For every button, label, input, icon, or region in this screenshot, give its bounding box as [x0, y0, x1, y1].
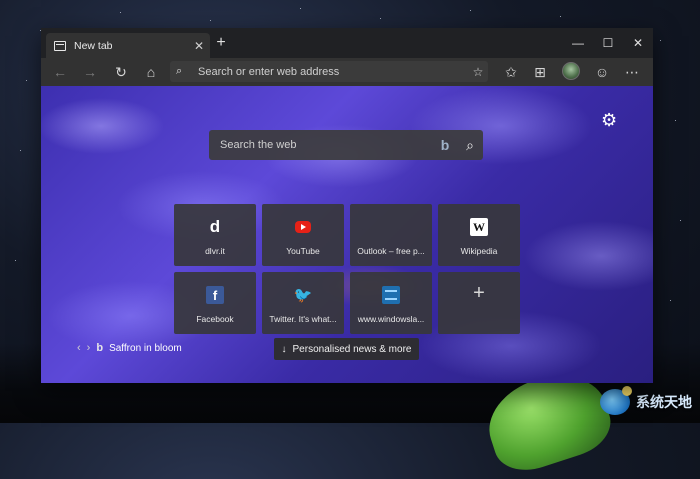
favorites-hub-icon[interactable]: ✩: [500, 61, 522, 83]
add-site-tile[interactable]: +: [438, 272, 520, 334]
emoji-feedback-icon[interactable]: ☺: [591, 61, 613, 83]
top-site-label: Wikipedia: [460, 246, 498, 256]
top-site-label: www.windowsla...: [357, 314, 425, 324]
previous-image-icon[interactable]: ‹: [77, 342, 81, 354]
search-icon: ⌕: [176, 65, 183, 77]
back-button[interactable]: ←: [49, 61, 71, 83]
bing-logo-icon: b: [96, 342, 104, 354]
top-site-tile[interactable]: www.windowsla...: [350, 272, 432, 334]
profile-avatar[interactable]: [562, 62, 580, 80]
top-site-tile[interactable]: Outlook – free p...: [350, 204, 432, 266]
dlvr-icon: d: [209, 217, 221, 236]
address-bar[interactable]: ⌕ ☆: [170, 61, 488, 82]
new-tab-button[interactable]: +: [212, 34, 230, 52]
personalised-news-button[interactable]: ↓ Personalised news & more: [274, 338, 419, 360]
maximize-button[interactable]: ☐: [593, 28, 623, 58]
tab-close-icon[interactable]: ✕: [190, 39, 208, 53]
image-caption-link[interactable]: Saffron in bloom: [109, 343, 182, 354]
tab-bar: New tab ✕ + — ☐ ✕: [41, 28, 653, 58]
top-site-label: Twitter. It's what...: [269, 314, 337, 324]
wikipedia-icon: W: [470, 218, 488, 236]
collections-icon[interactable]: ⊞: [529, 61, 551, 83]
news-button-label: Personalised news & more: [292, 343, 412, 355]
browser-window: New tab ✕ + — ☐ ✕ ← → ↻ ⌂ ⌕ ☆ ✩ ⊞ ☺ ⋯ ⚙ …: [41, 28, 653, 383]
new-tab-page-icon: [54, 40, 66, 51]
new-tab-page: ⚙ b ⌕ d dlvr.it YouTube Outlook – free p…: [41, 86, 653, 383]
facebook-icon: f: [206, 286, 224, 304]
settings-gear-icon[interactable]: ⚙: [601, 110, 617, 131]
more-menu-icon[interactable]: ⋯: [621, 61, 643, 83]
top-site-label: YouTube: [286, 246, 320, 256]
background-caption: ‹ › b Saffron in bloom: [77, 342, 182, 354]
windowsla-icon: [382, 286, 400, 304]
close-button[interactable]: ✕: [623, 28, 653, 58]
favorite-star-icon[interactable]: ☆: [468, 65, 488, 79]
refresh-button[interactable]: ↻: [110, 61, 132, 83]
tab-new-tab[interactable]: New tab ✕: [46, 33, 210, 58]
top-site-label: dlvr.it: [205, 246, 225, 256]
top-site-tile[interactable]: f Facebook: [174, 272, 256, 334]
watermark-text: 系统天地: [636, 394, 692, 410]
watermark-logo-icon: [600, 386, 632, 415]
bing-logo-icon: b: [440, 137, 450, 153]
twitter-icon: 🐦: [293, 287, 313, 304]
home-button[interactable]: ⌂: [140, 61, 162, 83]
toolbar: ← → ↻ ⌂ ⌕ ☆ ✩ ⊞ ☺ ⋯: [41, 58, 653, 86]
minimize-button[interactable]: —: [563, 28, 593, 58]
tab-title: New tab: [74, 39, 113, 52]
address-input[interactable]: [196, 64, 468, 79]
add-site-icon: +: [473, 281, 485, 304]
watermark: 系统天地: [600, 386, 692, 415]
web-search-box[interactable]: b ⌕: [209, 130, 483, 160]
top-site-tile[interactable]: 🐦 Twitter. It's what...: [262, 272, 344, 334]
top-site-label: Facebook: [196, 314, 234, 324]
forward-button[interactable]: →: [79, 61, 101, 83]
top-site-tile[interactable]: d dlvr.it: [174, 204, 256, 266]
top-site-tile[interactable]: YouTube: [262, 204, 344, 266]
arrow-down-icon: ↓: [281, 343, 287, 355]
top-site-tile[interactable]: W Wikipedia: [438, 204, 520, 266]
microsoft-icon: [382, 218, 400, 236]
search-submit-icon[interactable]: ⌕: [457, 137, 483, 154]
top-site-label: Outlook – free p...: [357, 246, 425, 256]
web-search-input[interactable]: [218, 138, 433, 152]
youtube-icon: [295, 221, 311, 233]
next-image-icon[interactable]: ›: [87, 342, 91, 354]
